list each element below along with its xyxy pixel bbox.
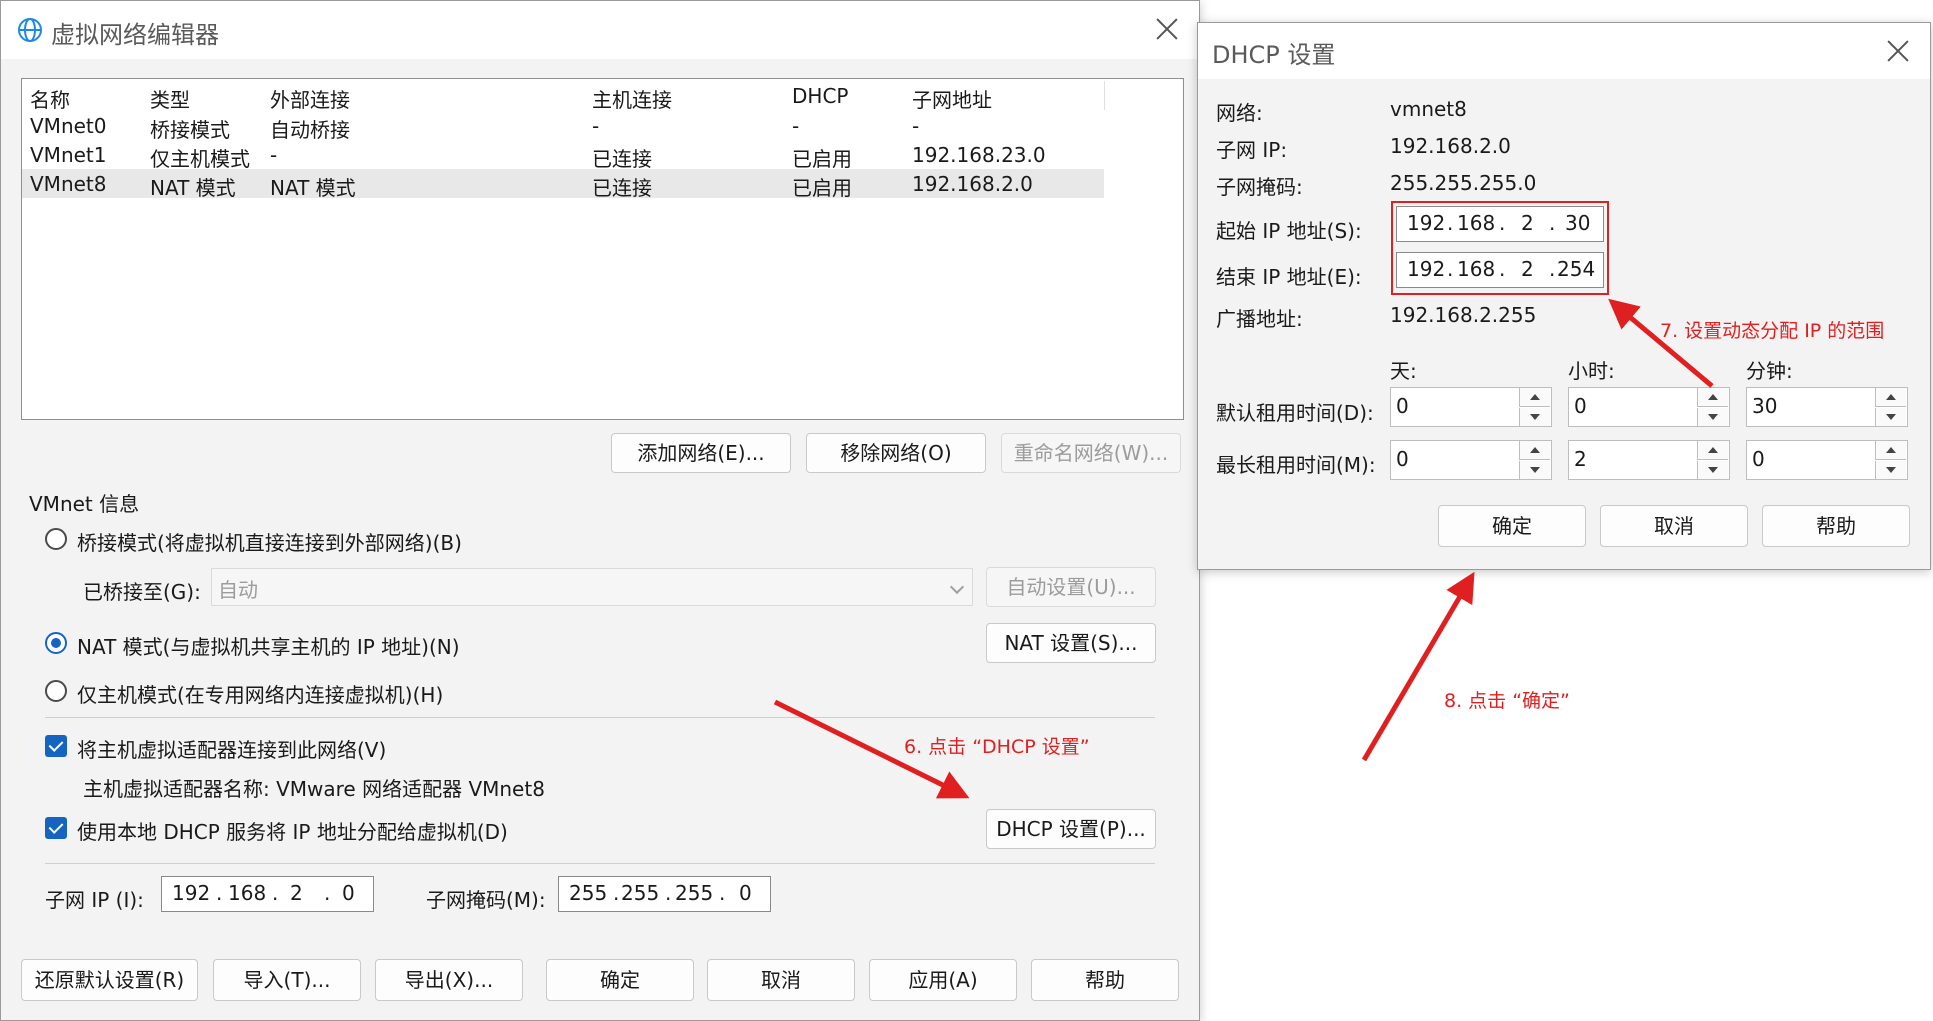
annotation-step8: 8. 点击 “确定” xyxy=(1444,690,1570,712)
arrow-step7 xyxy=(1608,298,1714,388)
annotation-step7: 7. 设置动态分配 IP 的范围 xyxy=(1660,320,1885,342)
arrow-step8 xyxy=(1361,571,1475,762)
annotation-arrows xyxy=(773,298,1714,799)
annotation-step6: 6. 点击 “DHCP 设置” xyxy=(904,736,1090,758)
